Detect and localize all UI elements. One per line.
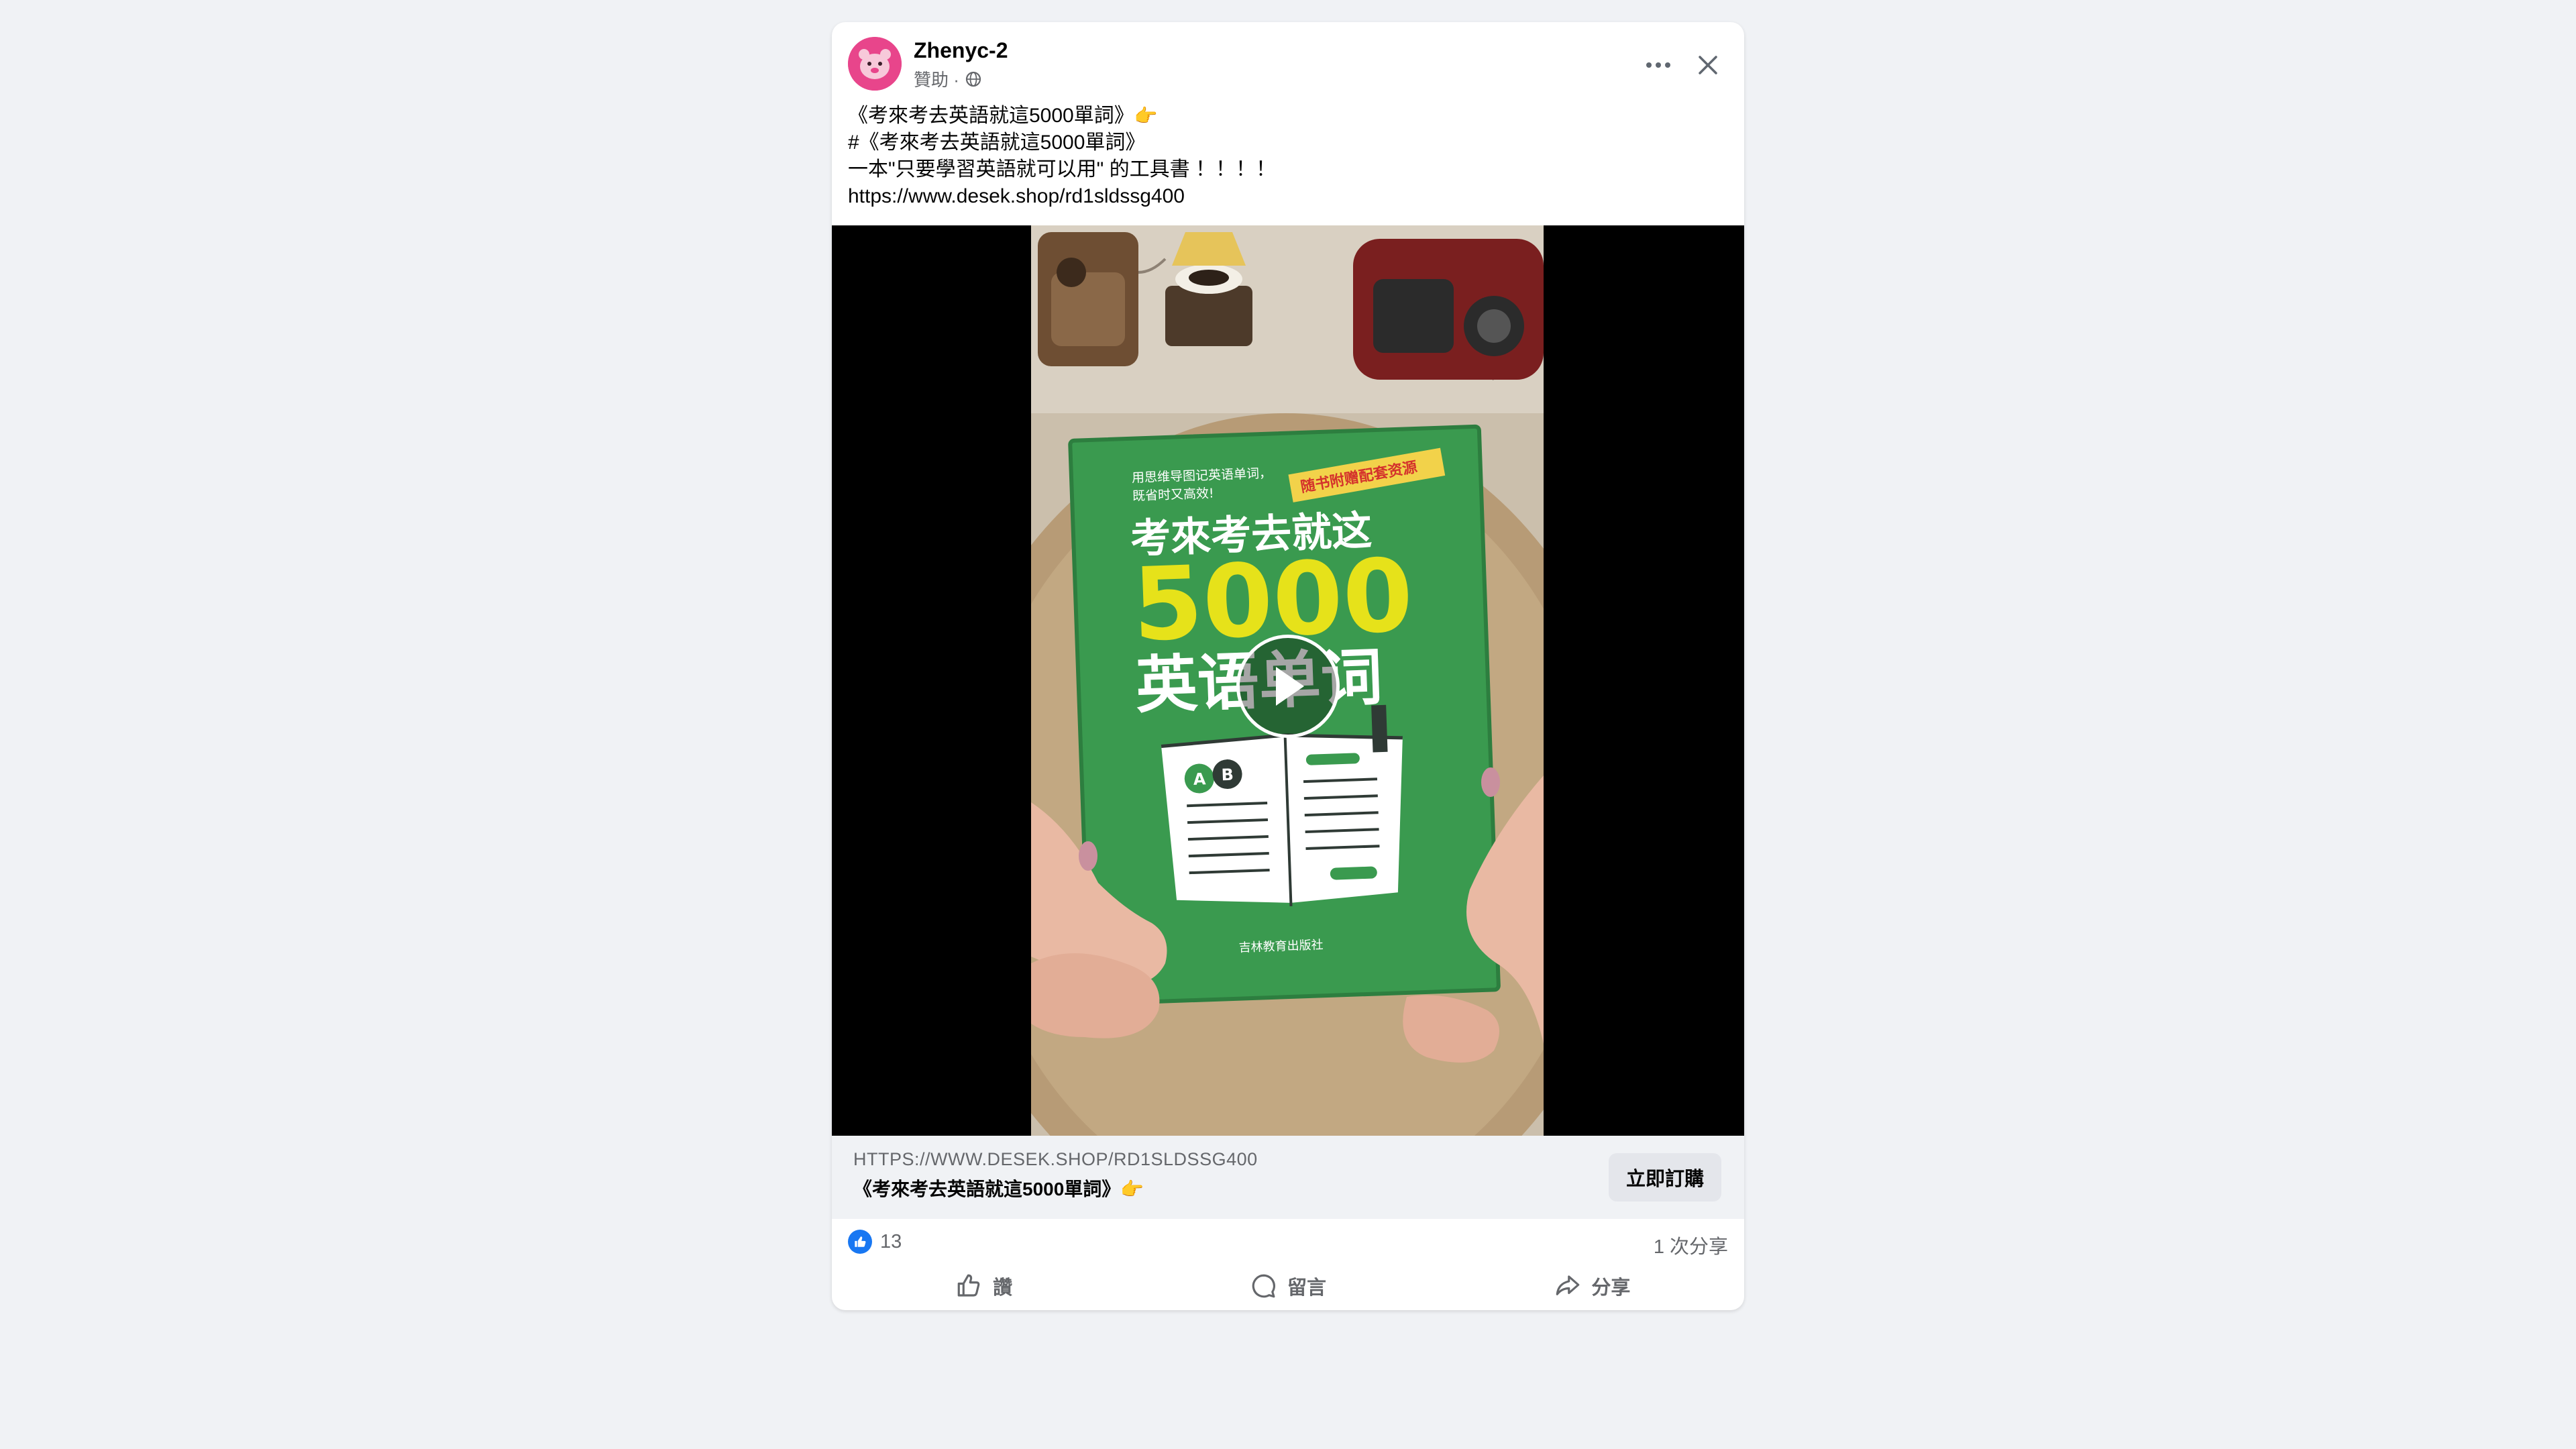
post-meta: 贊助 · (914, 66, 982, 91)
comment-button[interactable]: 留言 (1136, 1267, 1440, 1305)
like-reaction-icon (848, 1230, 872, 1254)
video-player[interactable]: 用思维导图记英语单词， 既省时又高效! 随书附赠配套资源 考來考去就这 5000… (832, 225, 1744, 1136)
pointing-hand-icon: 👉 (1120, 1179, 1144, 1199)
post-header: Zhenyc-2 贊助 · (832, 22, 1744, 104)
pointing-hand-icon: 👉 (1134, 105, 1158, 126)
caption-line: 一本"只要學習英語就可以用" 的工具書 ！！！！ (848, 158, 1276, 180)
more-icon (1646, 62, 1670, 68)
close-icon (1699, 56, 1717, 74)
more-options-button[interactable] (1637, 44, 1680, 87)
like-label: 讚 (993, 1277, 1013, 1299)
caption-line: 《考來考去英語就這5000單詞》👉 (848, 105, 1158, 127)
svg-text:A: A (1193, 769, 1206, 789)
caption-link[interactable]: https://www.desek.shop/rd1sldssg400 (848, 183, 1720, 210)
page-name[interactable]: Zhenyc-2 (914, 38, 1008, 63)
share-label: 分享 (1591, 1277, 1631, 1299)
comment-icon (1252, 1274, 1275, 1298)
post-caption: 《考來考去英語就這5000單詞》👉 #《考來考去英語就這5000單詞》 一本"只… (848, 103, 1720, 210)
share-button[interactable]: 分享 (1440, 1267, 1744, 1305)
play-button[interactable] (1236, 635, 1340, 738)
like-button[interactable]: 讚 (832, 1267, 1136, 1305)
link-domain: HTTPS://WWW.DESEK.SHOP/RD1SLDSSG400 (853, 1149, 1258, 1169)
reaction-summary[interactable]: 13 (848, 1230, 902, 1254)
caption-hashtag[interactable]: #《考來考去英語就這5000單詞》 (848, 129, 1720, 156)
thumbs-up-icon (957, 1274, 980, 1297)
order-now-button[interactable]: 立即訂購 (1609, 1153, 1721, 1201)
comment-label: 留言 (1287, 1277, 1326, 1299)
sponsored-label[interactable]: 贊助 · (914, 66, 959, 91)
link-title: 《考來考去英語就這5000單詞》👉 (853, 1179, 1144, 1199)
share-icon (1556, 1275, 1580, 1295)
close-button[interactable] (1686, 44, 1729, 87)
play-icon (1276, 667, 1304, 706)
post-action-bar: 讚 留言 分享 (832, 1267, 1744, 1305)
link-preview[interactable]: HTTPS://WWW.DESEK.SHOP/RD1SLDSSG400 《考來考… (832, 1136, 1744, 1219)
share-count[interactable]: 1 次分享 (1654, 1231, 1728, 1259)
svg-text:吉林教育出版社: 吉林教育出版社 (1238, 938, 1324, 955)
sponsored-post-card: Zhenyc-2 贊助 · 《考來考去英語就這5000單詞》👉 #《考來考去英語… (832, 22, 1744, 1310)
like-count: 13 (880, 1230, 902, 1252)
svg-text:既省时又高效!: 既省时又高效! (1132, 486, 1214, 504)
page-avatar[interactable] (848, 37, 902, 91)
globe-icon (965, 70, 982, 88)
svg-text:B: B (1221, 765, 1234, 785)
